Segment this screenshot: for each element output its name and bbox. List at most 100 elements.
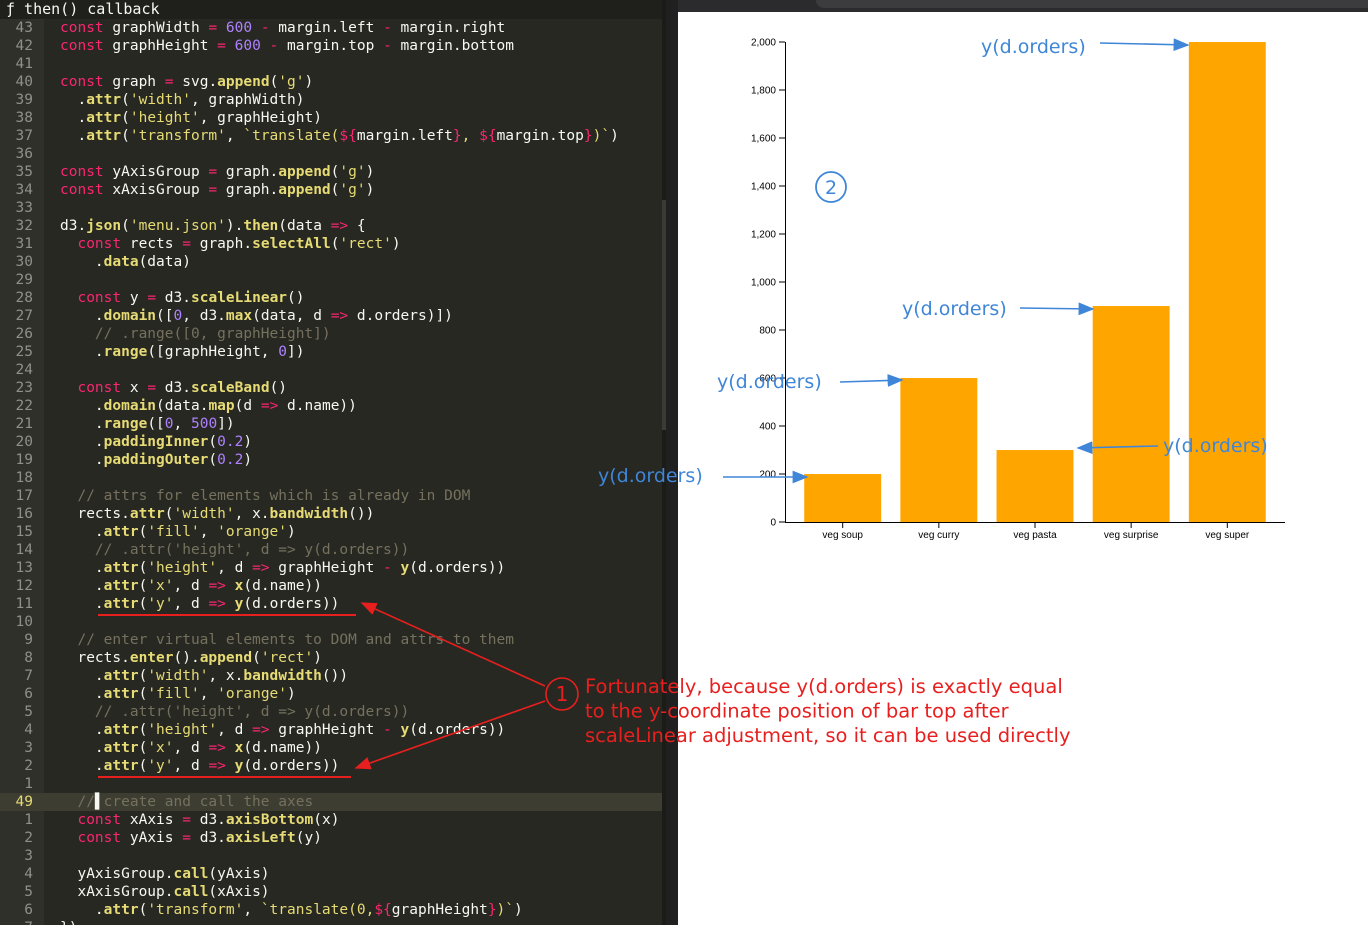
code-line[interactable]: 29	[0, 271, 662, 289]
code-line[interactable]: 3 .attr('x', d => x(d.name))	[0, 739, 662, 757]
code-line[interactable]: 19 .paddingOuter(0.2)	[0, 451, 662, 469]
code-line[interactable]: 33	[0, 199, 662, 217]
code-token: .	[60, 596, 104, 612]
code-line[interactable]: 39 .attr('width', graphWidth)	[0, 91, 662, 109]
code-line[interactable]: 25 .range([graphHeight, 0])	[0, 343, 662, 361]
code-line[interactable]: 21 .range([0, 500])	[0, 415, 662, 433]
code-token: paddingInner	[103, 434, 209, 450]
code-line[interactable]: 5 // .attr('height', d => y(d.orders))	[0, 703, 662, 721]
code-text: const graph = svg.append('g')	[60, 73, 313, 91]
code-token: attr	[129, 506, 165, 522]
code-line[interactable]: 5 xAxisGroup.call(xAxis)	[0, 883, 662, 901]
code-line[interactable]: 9 // enter virtual elements to DOM and a…	[0, 631, 662, 649]
code-line[interactable]: 1 const xAxis = d3.axisBottom(x)	[0, 811, 662, 829]
line-number: 4	[24, 722, 33, 738]
code-line[interactable]: 8 rects.enter().append('rect')	[0, 649, 662, 667]
code-token: =>	[260, 398, 279, 414]
line-number: 37	[15, 128, 33, 144]
code-line[interactable]: 41	[0, 55, 662, 73]
code-token: then	[243, 218, 279, 234]
code-line[interactable]: 26 // .range([0, graphHeight])	[0, 325, 662, 343]
code-line[interactable]: 15 .attr('fill', 'orange')	[0, 523, 662, 541]
code-token: (d.orders))	[409, 722, 506, 738]
code-token: (d	[234, 398, 261, 414]
code-text: const yAxisGroup = graph.append('g')	[60, 163, 374, 181]
code-token: (data.	[156, 398, 209, 414]
code-token: `translate(0,	[260, 902, 375, 918]
line-number: 38	[15, 110, 33, 126]
code-line[interactable]: 40 const graph = svg.append('g')	[0, 73, 662, 91]
code-line[interactable]: 4 yAxisGroup.call(yAxis)	[0, 865, 662, 883]
code-line[interactable]: 27 .domain([0, d3.max(data, d => d.order…	[0, 307, 662, 325]
code-line[interactable]: 31 const rects = graph.selectAll('rect')	[0, 235, 662, 253]
code-token: //	[60, 794, 95, 810]
code-line[interactable]: 17 // attrs for elements which is alread…	[0, 487, 662, 505]
code-text: // .attr('height', d => y(d.orders))	[60, 541, 409, 559]
code-text: .paddingInner(0.2)	[60, 433, 252, 451]
code-token: (d.name))	[243, 740, 322, 756]
code-line[interactable]: 22 .domain(data.map(d => d.name))	[0, 397, 662, 415]
code-line[interactable]: 43 const graphWidth = 600 - margin.left -…	[0, 19, 662, 37]
code-line[interactable]: 6 .attr('fill', 'orange')	[0, 685, 662, 703]
code-token: (	[121, 218, 130, 234]
code-line[interactable]: 32 d3.json('menu.json').then(data => {	[0, 217, 662, 235]
code-token: 'y'	[147, 596, 174, 612]
code-line[interactable]: 20 .paddingInner(0.2)	[0, 433, 662, 451]
code-text: const rects = graph.selectAll('rect')	[60, 235, 400, 253]
code-line[interactable]: 38 .attr('height', graphHeight)	[0, 109, 662, 127]
y-tick-label: 1,200	[751, 230, 776, 241]
code-token: yAxis	[129, 830, 183, 846]
code-line[interactable]: 35 const yAxisGroup = graph.append('g')	[0, 163, 662, 181]
code-token: (	[138, 668, 148, 684]
code-line[interactable]: 4 .attr('height', d => graphHeight - y(d…	[0, 721, 662, 739]
breadcrumb[interactable]: ƒ then() callback	[0, 0, 666, 19]
code-token: 600	[234, 38, 261, 54]
code-token: )	[514, 902, 523, 918]
code-line[interactable]: 13 .attr('height', d => graphHeight - y(…	[0, 559, 662, 577]
code-line[interactable]: 37 .attr('transform', `translate(${margi…	[0, 127, 662, 145]
code-line[interactable]: 49 //▌create and call the axes	[0, 793, 662, 811]
code-line[interactable]: 36	[0, 145, 662, 163]
code-editor[interactable]: ƒ then() callback 43 const graphWidth = 6…	[0, 0, 666, 925]
code-token: const	[77, 290, 130, 306]
code-token: (d.name))	[243, 578, 322, 594]
code-token: ().	[173, 650, 200, 666]
code-token: .	[60, 308, 104, 324]
line-number: 40	[15, 74, 33, 90]
code-line[interactable]: 42 const graphHeight = 600 - margin.top -…	[0, 37, 662, 55]
code-line[interactable]: 14 // .attr('height', d => y(d.orders))	[0, 541, 662, 559]
code-line[interactable]: 3	[0, 847, 662, 865]
code-line[interactable]: 7})	[0, 919, 662, 925]
code-line[interactable]: 24	[0, 361, 662, 379]
code-token: .	[60, 398, 104, 414]
code-line[interactable]: 30 .data(data)	[0, 253, 662, 271]
code-line[interactable]: 34 const xAxisGroup = graph.append('g')	[0, 181, 662, 199]
code-token: )	[243, 434, 253, 450]
code-line[interactable]: 18	[0, 469, 662, 487]
code-line[interactable]: 28 const y = d3.scaleLinear()	[0, 289, 662, 307]
line-number: 36	[15, 146, 33, 162]
code-token: (x)	[313, 812, 340, 828]
code-token: 'width'	[173, 506, 235, 522]
code-line[interactable]: 23 const x = d3.scaleBand()	[0, 379, 662, 397]
pane-splitter[interactable]	[666, 0, 678, 925]
line-number: 30	[15, 254, 33, 270]
code-token: ])	[217, 416, 235, 432]
line-number: 13	[15, 560, 33, 576]
code-token: (	[138, 722, 148, 738]
code-line[interactable]: 6 .attr('transform', `translate(0,${grap…	[0, 901, 662, 919]
code-text: .attr('transform', `translate(0,${graphH…	[60, 901, 523, 919]
code-token: rects.	[60, 506, 130, 522]
code-line[interactable]: 2 const yAxis = d3.axisLeft(y)	[0, 829, 662, 847]
code-line[interactable]: 2 .attr('y', d => y(d.orders))	[0, 757, 662, 775]
code-line[interactable]: 11 .attr('y', d => y(d.orders))	[0, 595, 662, 613]
code-line[interactable]: 16 rects.attr('width', x.bandwidth())	[0, 505, 662, 523]
code-line[interactable]: 1	[0, 775, 662, 793]
code-token: ,	[225, 128, 244, 144]
code-line[interactable]: 7 .attr('width', x.bandwidth())	[0, 667, 662, 685]
code-token: -	[383, 38, 401, 54]
code-line[interactable]: 12 .attr('x', d => x(d.name))	[0, 577, 662, 595]
code-token: attr	[103, 596, 139, 612]
code-line[interactable]: 10	[0, 613, 662, 631]
code-token: yAxisGroup.	[60, 866, 174, 882]
